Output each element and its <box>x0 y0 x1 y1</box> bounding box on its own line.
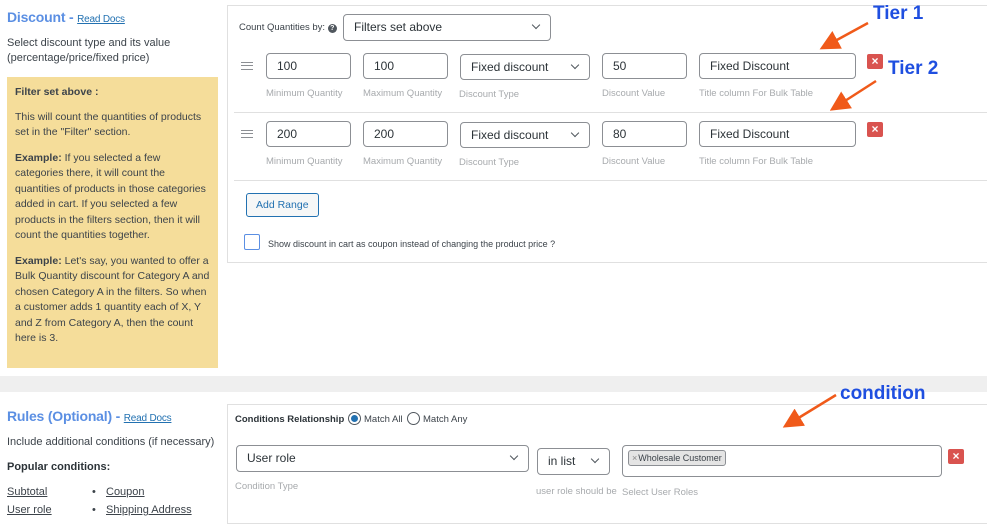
tier2-arrow <box>829 79 877 111</box>
annotation-arrows <box>782 21 877 428</box>
condition-arrow <box>782 393 837 428</box>
condition-annotation: condition <box>840 383 926 404</box>
tier1-arrow <box>819 21 869 50</box>
tier2-annotation: Tier 2 <box>888 58 939 79</box>
tier1-annotation: Tier 1 <box>873 3 924 24</box>
